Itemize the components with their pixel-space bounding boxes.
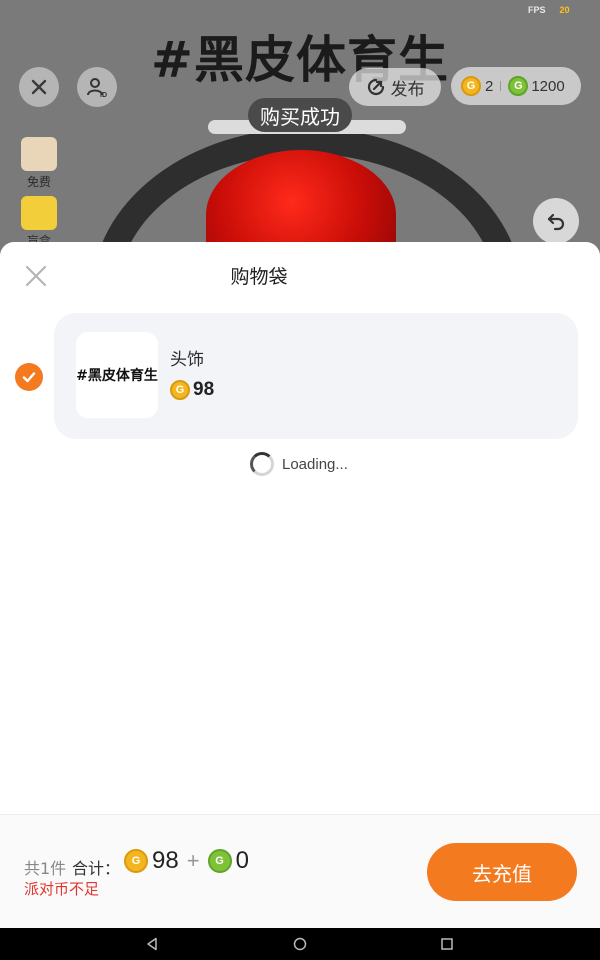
recents-icon[interactable] (440, 937, 454, 951)
undo-icon (547, 213, 565, 231)
item-count: 共1件 (24, 859, 67, 878)
item-price-value: 98 (193, 379, 215, 400)
total-label: 合计： (72, 859, 121, 878)
purchase-success-toast: 购买成功 (248, 98, 352, 132)
currency-balance[interactable]: 2 1200 (451, 67, 581, 105)
fps-value: 20 (559, 5, 570, 15)
publish-label: 发布 (390, 79, 425, 100)
spinner-icon (250, 452, 274, 476)
gold-coin-icon (170, 380, 190, 400)
side-item-label: 免费 (26, 175, 51, 189)
check-icon (22, 372, 36, 383)
system-nav-bar (0, 928, 600, 960)
item-name: 头饰 (170, 350, 204, 370)
id-card-icon: ID (87, 78, 107, 98)
total-amounts: 98 + 0 (124, 847, 249, 875)
item-price: 98 (170, 379, 214, 401)
undo-button[interactable] (533, 198, 579, 244)
fps-counter: FPS 20 (528, 5, 570, 15)
total-gold-amount: 98 (152, 847, 179, 874)
free-item-thumb (21, 137, 57, 171)
home-icon[interactable] (293, 937, 307, 951)
game-scene: FPS20 #黑皮体育生 ID 发布 2 1200 购买成功 免费 盲盒 (0, 0, 600, 260)
side-item-free[interactable]: 免费 (20, 137, 58, 190)
publish-button[interactable]: 发布 (349, 68, 441, 106)
publish-icon (367, 78, 384, 96)
recharge-button[interactable]: 去充值 (427, 843, 577, 901)
item-select-checkbox[interactable] (15, 363, 43, 391)
gold-coin-icon (124, 849, 148, 873)
item-thumbnail: #黑皮体育生 (76, 332, 158, 418)
id-button[interactable]: ID (77, 67, 117, 107)
loading-text: Loading... (282, 455, 348, 473)
scene-close-button[interactable] (19, 67, 59, 107)
plus-sign: + (186, 848, 200, 873)
checkout-bar: 共1件 合计： 98 + 0 派对币不足 去充值 (0, 814, 600, 928)
gold-coin-icon (461, 76, 481, 96)
balance-divider (500, 81, 502, 91)
back-icon[interactable] (145, 937, 159, 951)
fps-label: FPS (528, 5, 546, 15)
close-icon (31, 79, 47, 95)
green-balance: 1200 (531, 77, 565, 95)
cart-item[interactable]: #黑皮体育生 头饰 98 (54, 313, 578, 439)
loading-indicator: Loading... (250, 452, 348, 476)
gold-balance: 2 (485, 77, 494, 95)
total-green-amount: 0 (235, 847, 249, 874)
green-coin-icon (207, 849, 232, 873)
sheet-title: 购物袋 (230, 266, 288, 288)
blindbox-thumb (21, 196, 57, 230)
green-coin-icon (508, 76, 529, 96)
svg-text:ID: ID (100, 92, 107, 98)
insufficient-funds-warning: 派对币不足 (24, 880, 100, 898)
